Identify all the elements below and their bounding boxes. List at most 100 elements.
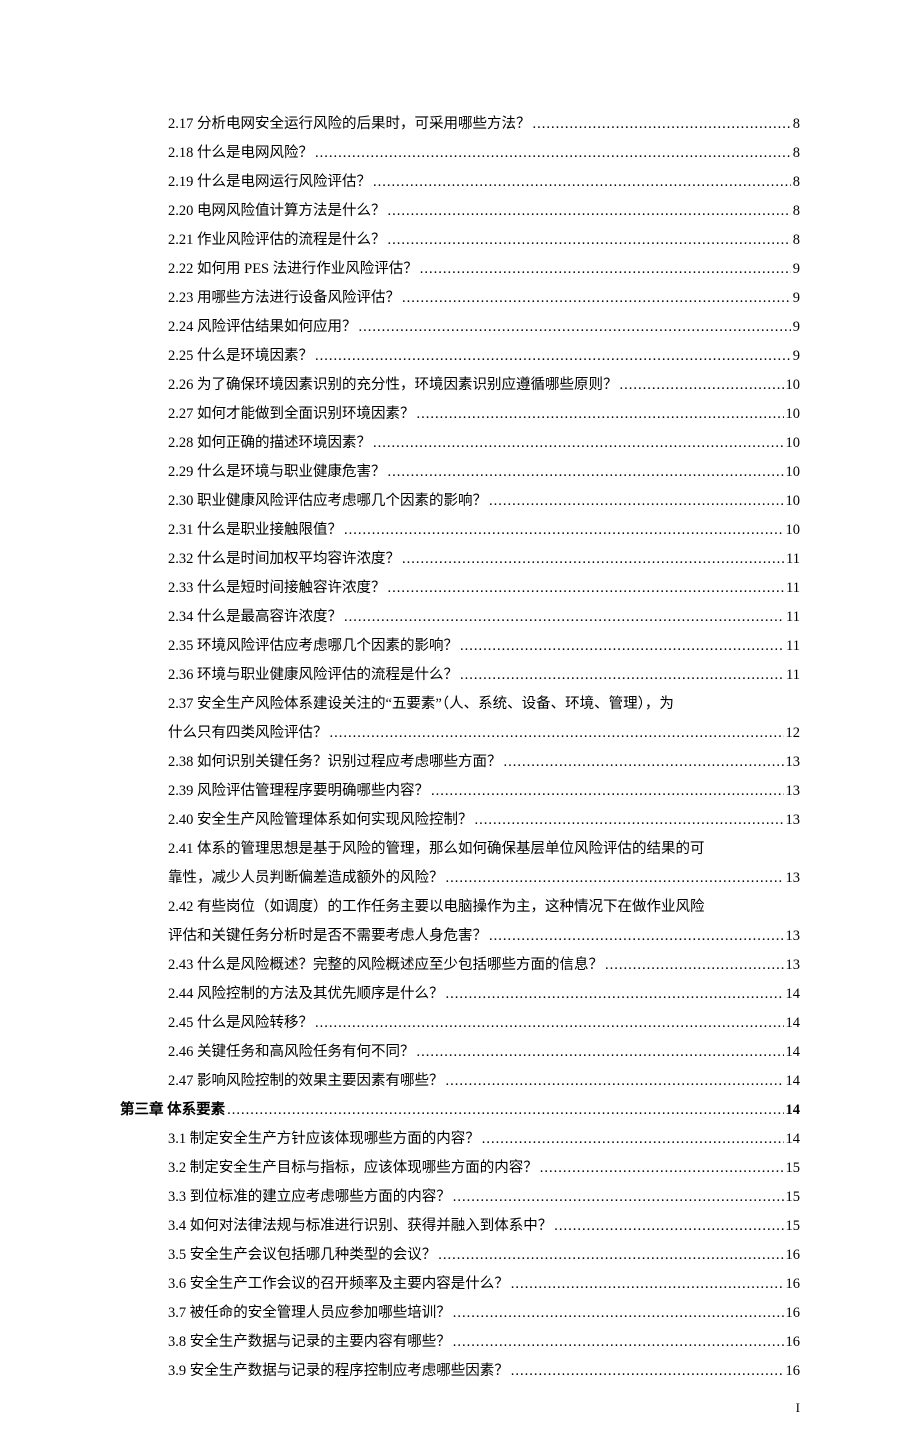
toc-entry[interactable]: 3.9 安全生产数据与记录的程序控制应考虑哪些因素？16 <box>120 1357 800 1386</box>
toc-entry[interactable]: 2.33 什么是短时间接触容许浓度？11 <box>120 574 800 603</box>
toc-entry[interactable]: 2.44 风险控制的方法及其优先顺序是什么？14 <box>120 980 800 1009</box>
toc-entry-line1[interactable]: 2.37 安全生产风险体系建设关注的“五要素”（人、系统、设备、环境、管理），为 <box>120 690 800 719</box>
toc-leader <box>482 1125 784 1154</box>
toc-entry[interactable]: 3.2 制定安全生产目标与指标，应该体现哪些方面的内容？15 <box>120 1154 800 1183</box>
toc-entry-label: 2.40 安全生产风险管理体系如何实现风险控制？ <box>168 806 473 835</box>
toc-page-ref: 8 <box>793 197 800 226</box>
toc-entry[interactable]: 2.35 环境风险评估应考虑哪几个因素的影响？11 <box>120 632 800 661</box>
toc-entry-label: 3.3 到位标准的建立应考虑哪些方面的内容？ <box>168 1183 451 1212</box>
toc-entry-label: 3.8 安全生产数据与记录的主要内容有哪些？ <box>168 1328 451 1357</box>
toc-entry[interactable]: 2.21 作业风险评估的流程是什么？8 <box>120 226 800 255</box>
toc-entry-label: 2.26 为了确保环境因素识别的充分性，环境因素识别应遵循哪些原则？ <box>168 371 618 400</box>
toc-entry[interactable]: 2.19 什么是电网运行风险评估？ 8 <box>120 168 800 197</box>
toc-entry-line1[interactable]: 2.42 有些岗位（如调度）的工作任务主要以电脑操作为主，这种情况下在做作业风险 <box>120 893 800 922</box>
toc-entry-line1[interactable]: 2.41 体系的管理思想是基于风险的管理，那么如何确保基层单位风险评估的结果的可 <box>120 835 800 864</box>
toc-entry-label: 3.4 如何对法律法规与标准进行识别、获得并融入到体系中？ <box>168 1212 552 1241</box>
toc-page-ref: 14 <box>786 1125 801 1154</box>
toc-leader <box>620 371 784 400</box>
toc-entry[interactable]: 2.24 风险评估结果如何应用？9 <box>120 313 800 342</box>
toc-page-ref: 8 <box>793 168 800 197</box>
toc-page-ref: 13 <box>786 864 801 893</box>
toc-entry[interactable]: 2.36 环境与职业健康风险评估的流程是什么？11 <box>120 661 800 690</box>
toc-page-ref: 8 <box>793 110 800 139</box>
toc-leader <box>373 429 784 458</box>
toc-entry[interactable]: 2.45 什么是风险转移？14 <box>120 1009 800 1038</box>
toc-entry[interactable]: 2.43 什么是风险概述？完整的风险概述应至少包括哪些方面的信息？13 <box>120 951 800 980</box>
toc-leader <box>330 719 784 748</box>
toc-entry-title: 什么只有四类风险评估？ <box>168 719 328 748</box>
toc-leader <box>344 603 784 632</box>
toc-entry-label: 3.5 安全生产会议包括哪几种类型的会议？ <box>168 1241 436 1270</box>
toc-entry[interactable]: 2.40 安全生产风险管理体系如何实现风险控制？13 <box>120 806 800 835</box>
toc-entry[interactable]: 2.17 分析电网安全运行风险的后果时，可采用哪些方法？8 <box>120 110 800 139</box>
toc-page-ref: 16 <box>786 1357 801 1386</box>
toc-leader <box>388 574 785 603</box>
toc-page-ref: 9 <box>793 313 800 342</box>
toc-entry[interactable]: 评估和关键任务分析时是否不需要考虑人身危害？ 13 <box>120 922 800 951</box>
toc-entry[interactable]: 2.38 如何识别关键任务？识别过程应考虑哪些方面？13 <box>120 748 800 777</box>
toc-entry[interactable]: 3.8 安全生产数据与记录的主要内容有哪些？ 16 <box>120 1328 800 1357</box>
toc-page-ref: 11 <box>786 545 800 574</box>
toc-page-ref: 9 <box>793 284 800 313</box>
toc-entry[interactable]: 3.1 制定安全生产方针应该体现哪些方面的内容？14 <box>120 1125 800 1154</box>
toc-page-ref: 10 <box>786 400 801 429</box>
toc-page-ref: 8 <box>793 139 800 168</box>
toc-entry[interactable]: 2.34 什么是最高容许浓度？11 <box>120 603 800 632</box>
toc-entry[interactable]: 2.29 什么是环境与职业健康危害？10 <box>120 458 800 487</box>
toc-page-ref: 13 <box>786 922 801 951</box>
toc-entry[interactable]: 靠性，减少人员判断偏差造成额外的风险？ 13 <box>120 864 800 893</box>
toc-entry[interactable]: 2.26 为了确保环境因素识别的充分性，环境因素识别应遵循哪些原则？ 10 <box>120 371 800 400</box>
toc-entry[interactable]: 3.6 安全生产工作会议的召开频率及主要内容是什么？16 <box>120 1270 800 1299</box>
toc-leader <box>315 1009 784 1038</box>
toc-chapter[interactable]: 第三章 体系要素 14 <box>120 1096 800 1125</box>
toc-entry[interactable]: 2.47 影响风险控制的效果主要因素有哪些？14 <box>120 1067 800 1096</box>
toc-page-ref: 10 <box>786 487 801 516</box>
toc-entry[interactable]: 2.22 如何用 PES 法进行作业风险评估？9 <box>120 255 800 284</box>
toc-page-ref: 10 <box>786 429 801 458</box>
toc-entry[interactable]: 2.27 如何才能做到全面识别环境因素？ 10 <box>120 400 800 429</box>
toc-leader <box>315 342 791 371</box>
toc-entry[interactable]: 2.23 用哪些方法进行设备风险评估？9 <box>120 284 800 313</box>
toc-entry-title: 靠性，减少人员判断偏差造成额外的风险？ <box>168 864 444 893</box>
toc-page-ref: 9 <box>793 255 800 284</box>
toc-page-ref: 14 <box>786 1096 801 1125</box>
toc-entry[interactable]: 2.18 什么是电网风险？8 <box>120 139 800 168</box>
toc-page-ref: 16 <box>786 1270 801 1299</box>
toc-entry[interactable]: 2.31 什么是职业接触限值？10 <box>120 516 800 545</box>
toc-entry[interactable]: 2.20 电网风险值计算方法是什么？8 <box>120 197 800 226</box>
toc-leader <box>504 748 784 777</box>
toc-entry-label: 2.47 影响风险控制的效果主要因素有哪些？ <box>168 1067 444 1096</box>
toc-entry-label: 2.36 环境与职业健康风险评估的流程是什么？ <box>168 661 458 690</box>
toc-page-ref: 13 <box>786 777 801 806</box>
toc-page-ref: 11 <box>786 574 800 603</box>
toc-entry-label: 3.7 被任命的安全管理人员应参加哪些培训？ <box>168 1299 451 1328</box>
toc-entry-label: 2.27 如何才能做到全面识别环境因素？ <box>168 400 415 429</box>
toc-page-ref: 10 <box>786 371 801 400</box>
toc-entry[interactable]: 2.25 什么是环境因素？9 <box>120 342 800 371</box>
toc-page-ref: 15 <box>786 1212 801 1241</box>
toc-entry[interactable]: 2.39 风险评估管理程序要明确哪些内容？13 <box>120 777 800 806</box>
toc-entry[interactable]: 2.46 关键任务和高风险任务有何不同？14 <box>120 1038 800 1067</box>
toc-page-ref: 14 <box>786 1038 801 1067</box>
toc-leader <box>446 980 784 1009</box>
toc-entry[interactable]: 3.5 安全生产会议包括哪几种类型的会议？16 <box>120 1241 800 1270</box>
toc-entry-label: 2.45 什么是风险转移？ <box>168 1009 313 1038</box>
toc-page-ref: 11 <box>786 632 800 661</box>
toc-entry-label: 2.32 什么是时间加权平均容许浓度？ <box>168 545 400 574</box>
toc-entry-label: 2.19 什么是电网运行风险评估？ <box>168 168 371 197</box>
toc-entry[interactable]: 3.3 到位标准的建立应考虑哪些方面的内容？15 <box>120 1183 800 1212</box>
toc-page-ref: 15 <box>786 1154 801 1183</box>
toc-entry-title: 评估和关键任务分析时是否不需要考虑人身危害？ <box>168 922 487 951</box>
toc-page-ref: 16 <box>786 1299 801 1328</box>
toc-entry[interactable]: 2.32 什么是时间加权平均容许浓度？ 11 <box>120 545 800 574</box>
toc-entry-label: 第三章 体系要素 <box>120 1096 225 1125</box>
toc-entry[interactable]: 2.28 如何正确的描述环境因素？10 <box>120 429 800 458</box>
toc-entry[interactable]: 3.7 被任命的安全管理人员应参加哪些培训？ 16 <box>120 1299 800 1328</box>
toc-leader <box>388 197 791 226</box>
toc-leader <box>453 1299 784 1328</box>
toc-page-ref: 16 <box>786 1328 801 1357</box>
toc-entry[interactable]: 2.30 职业健康风险评估应考虑哪几个因素的影响？10 <box>120 487 800 516</box>
toc-entry[interactable]: 什么只有四类风险评估？12 <box>120 719 800 748</box>
toc-entry[interactable]: 3.4 如何对法律法规与标准进行识别、获得并融入到体系中？ 15 <box>120 1212 800 1241</box>
toc-leader <box>402 284 791 313</box>
